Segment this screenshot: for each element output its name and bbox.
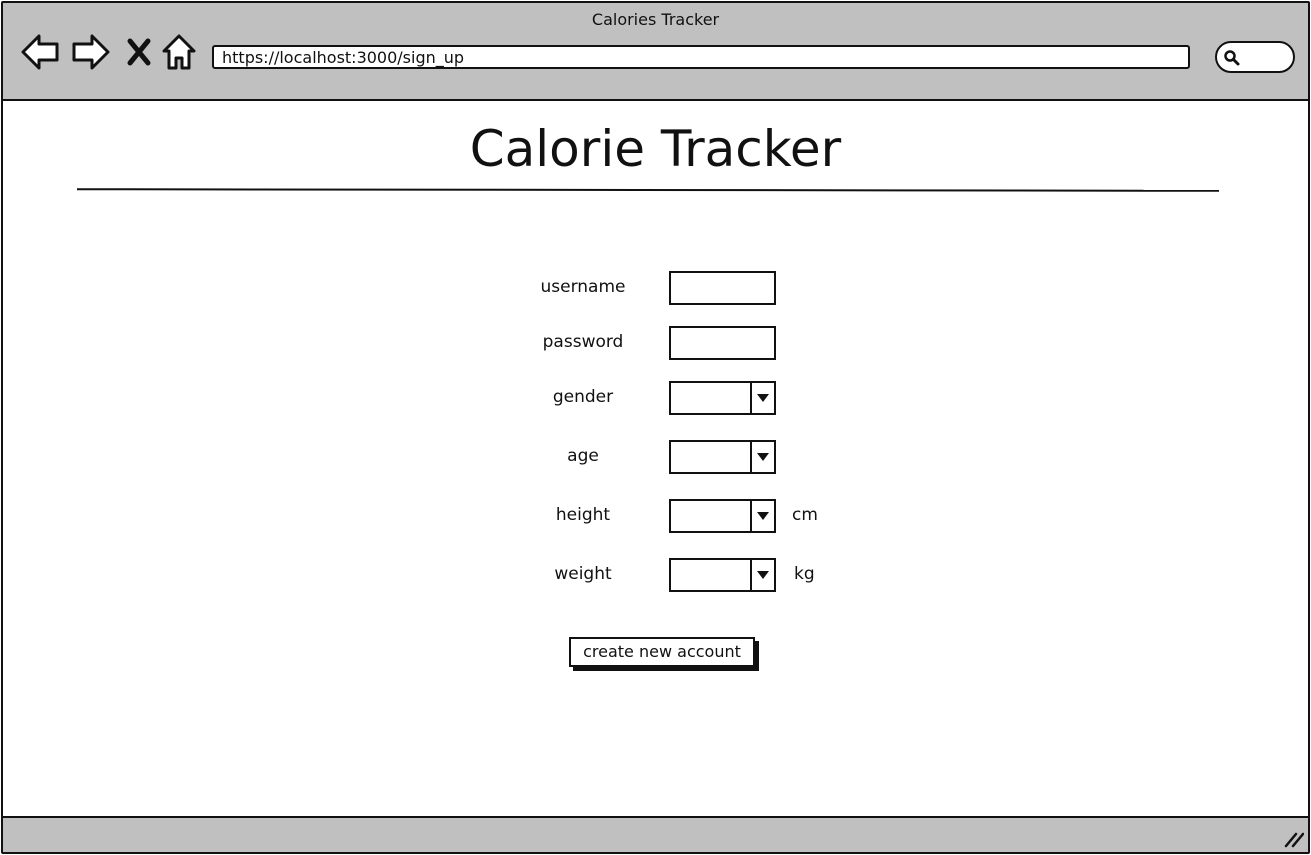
gender-select[interactable]: [669, 381, 776, 415]
back-icon[interactable]: [20, 31, 60, 73]
browser-search-box[interactable]: [1215, 41, 1295, 73]
chevron-down-icon: [757, 394, 769, 402]
forward-icon[interactable]: [71, 31, 111, 73]
weight-select[interactable]: [669, 558, 776, 592]
page-title: Calorie Tracker: [469, 120, 842, 178]
create-account-button[interactable]: create new account: [569, 637, 755, 667]
height-unit: cm: [792, 505, 818, 525]
gender-label: gender: [552, 387, 614, 407]
home-icon[interactable]: [161, 31, 197, 73]
address-bar[interactable]: https://localhost:3000/sign_up: [212, 45, 1190, 69]
height-label: height: [555, 505, 611, 525]
age-label: age: [567, 446, 599, 466]
status-bar: [3, 816, 1308, 852]
window-title: Calories Tracker: [591, 10, 720, 29]
height-dropdown-arrow[interactable]: [750, 501, 774, 531]
gender-dropdown-arrow[interactable]: [750, 383, 774, 413]
weight-unit: kg: [794, 564, 815, 584]
search-icon: [1224, 50, 1240, 66]
username-label: username: [540, 277, 626, 297]
age-select[interactable]: [669, 440, 776, 474]
chevron-down-icon: [757, 571, 769, 579]
weight-dropdown-arrow[interactable]: [750, 560, 774, 590]
age-dropdown-arrow[interactable]: [750, 442, 774, 472]
browser-toolbar: Calories Tracker https://localhost:3000/…: [3, 3, 1308, 101]
height-select[interactable]: [669, 499, 776, 533]
title-divider: [76, 188, 1220, 192]
browser-window: Calories Tracker https://localhost:3000/…: [1, 1, 1310, 854]
password-input[interactable]: [669, 326, 776, 360]
stop-icon[interactable]: [124, 31, 154, 73]
username-input[interactable]: [669, 271, 776, 305]
chevron-down-icon: [757, 453, 769, 461]
password-label: password: [542, 332, 624, 352]
weight-label: weight: [554, 564, 612, 584]
resize-grip-icon[interactable]: [1282, 826, 1304, 848]
chevron-down-icon: [757, 512, 769, 520]
